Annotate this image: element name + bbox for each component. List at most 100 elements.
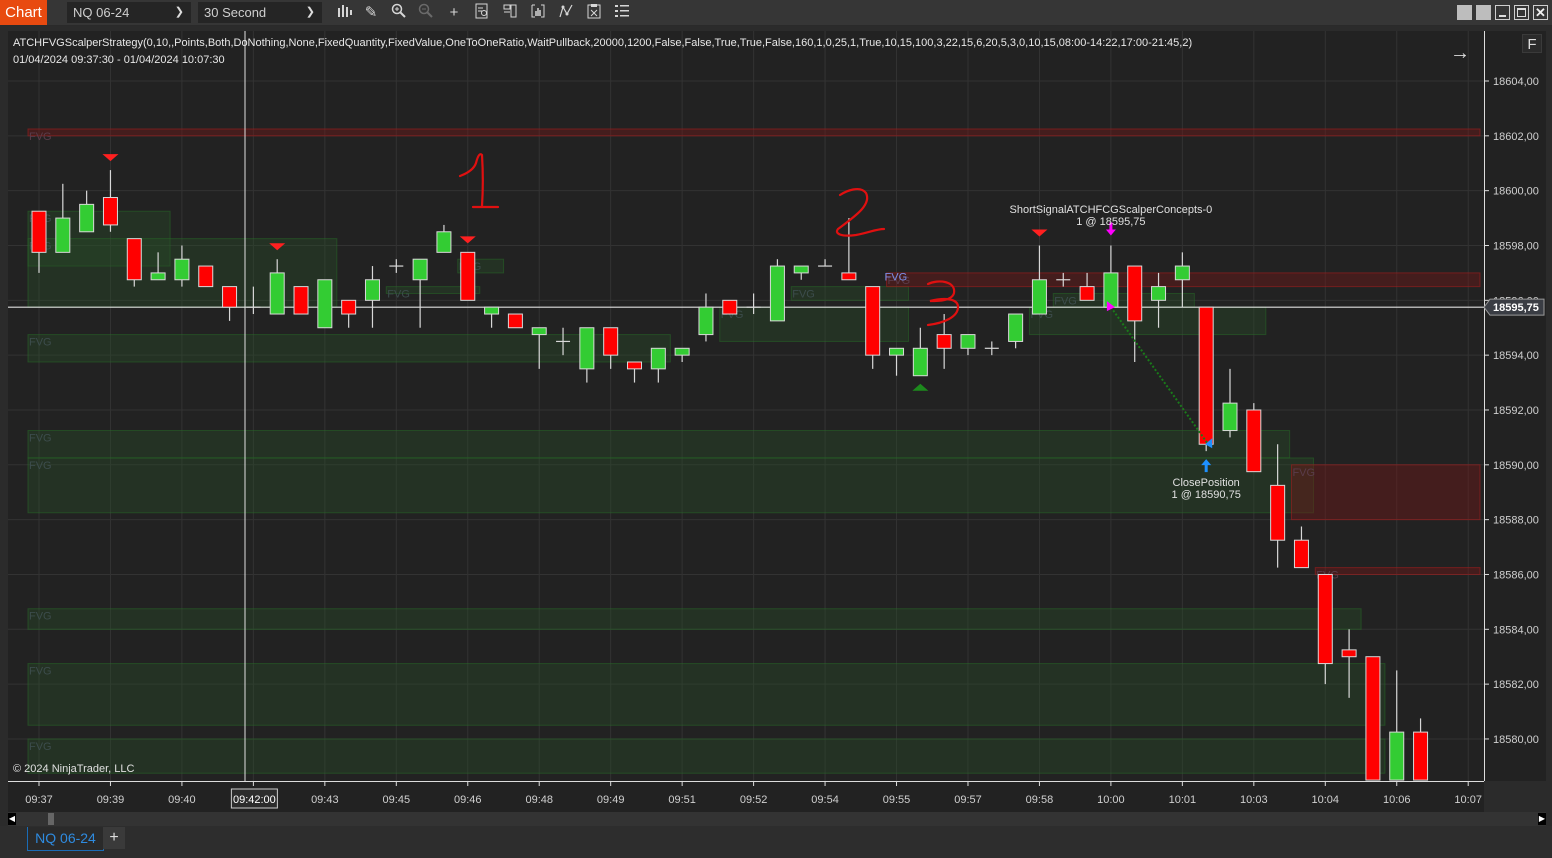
candle-body[interactable] [1317, 573, 1333, 665]
instrument-selector[interactable]: NQ 06-24 ❯ [67, 2, 191, 23]
fvg-label: FVG [387, 289, 410, 301]
candle-body[interactable] [627, 361, 642, 370]
fvg-zone [27, 738, 1386, 774]
tile-window-icon[interactable] [1457, 5, 1472, 20]
candle-body[interactable] [1246, 409, 1262, 473]
price-tick-label: 18592,00 [1493, 405, 1539, 417]
properties-icon[interactable] [584, 3, 604, 22]
candle-body[interactable] [650, 347, 666, 370]
candle-body[interactable] [436, 231, 452, 253]
scroll-left-arrow-icon[interactable]: ◀ [8, 813, 16, 825]
candle-body[interactable] [484, 306, 500, 315]
zoom-out-icon[interactable] [416, 3, 436, 22]
time-axis[interactable]: 09:37 09:39 09:40 09:42:00 09:43 09:45 09:46 09… [8, 781, 1484, 812]
candle-body[interactable] [912, 347, 928, 377]
chevron-down-icon: ❯ [174, 6, 184, 18]
fvg-zone [719, 306, 910, 342]
candle-body[interactable] [31, 210, 47, 253]
candle-body[interactable] [1079, 286, 1095, 301]
candle-body[interactable] [1389, 731, 1405, 781]
close-icon[interactable]: ✕ [1533, 5, 1548, 20]
candle-body[interactable] [889, 347, 905, 356]
candle-body[interactable] [1222, 402, 1238, 432]
list-icon[interactable] [612, 3, 632, 22]
horizontal-scrollbar[interactable]: ◀ ▶ [8, 812, 1546, 826]
candle-body[interactable] [936, 334, 952, 349]
candle-body[interactable] [1103, 272, 1119, 308]
candle-body[interactable] [55, 217, 71, 253]
data-box-icon[interactable] [472, 3, 492, 22]
candle-body[interactable] [1174, 265, 1190, 281]
candle-body[interactable] [1365, 656, 1381, 781]
candle-body[interactable] [460, 251, 476, 301]
candle-body[interactable] [674, 347, 690, 356]
candle-body[interactable] [865, 286, 881, 356]
candle-body[interactable] [579, 327, 595, 370]
time-tick-label: 09:49 [597, 794, 625, 806]
time-tick-label: 09:52 [740, 794, 768, 806]
candle-body[interactable] [1198, 306, 1214, 445]
price-axis[interactable]: 18604,0018602,0018600,0018598,0018596,00… [1484, 31, 1546, 781]
minimize-icon[interactable] [1495, 5, 1510, 20]
crosshair-icon[interactable]: + [444, 3, 464, 22]
candle-body[interactable] [841, 272, 857, 281]
interval-selector[interactable]: 30 Second ❯ [198, 2, 322, 23]
add-tab-button[interactable]: + [103, 827, 125, 849]
fvg-zone [27, 457, 1314, 514]
time-tick-label: 10:01 [1169, 794, 1197, 806]
scroll-to-end-arrow-icon[interactable]: → [1450, 42, 1470, 65]
maximize-icon[interactable] [1514, 5, 1529, 20]
fvg-label: FVG [29, 611, 52, 623]
price-chart[interactable]: FVGFVGFVGFVGFVGFVGFVGFVGFVGFVGFVGFVGFVGF… [8, 31, 1484, 781]
candle-body[interactable] [222, 286, 238, 308]
candle-body[interactable] [341, 299, 357, 315]
candle-body[interactable] [1270, 484, 1286, 541]
indicators-icon[interactable] [528, 3, 548, 22]
handwritten-3 [926, 280, 960, 327]
chevron-down-icon: ❯ [305, 6, 315, 18]
scroll-thumb[interactable] [48, 813, 54, 825]
fvg-label: FVG [29, 741, 52, 753]
candle-body[interactable] [960, 334, 976, 349]
candle-body[interactable] [603, 327, 619, 356]
candle-body[interactable] [1031, 279, 1047, 315]
exit-detail: 1 @ 18590,75 [1172, 489, 1241, 501]
candle-body[interactable] [150, 272, 166, 281]
chart-tab[interactable]: Chart [0, 0, 47, 25]
handwritten-2 [835, 187, 886, 237]
candle-body[interactable] [722, 299, 738, 315]
candle-body[interactable] [1008, 313, 1024, 342]
chart-panel[interactable]: FVG FVG FVG FVG FVG FVG FVG FVG FVG FVG FVG FVG FVG F… [8, 31, 1484, 781]
candle-body[interactable] [102, 197, 118, 226]
tile-window-icon[interactable] [1476, 5, 1491, 20]
candle-body[interactable] [1413, 731, 1429, 781]
candle-body[interactable] [364, 279, 380, 301]
candle-body[interactable] [293, 286, 309, 315]
candle-body[interactable] [174, 258, 190, 281]
candle-body[interactable] [1341, 649, 1357, 658]
bar-type-icon[interactable] [334, 3, 354, 22]
zoom-in-icon[interactable] [389, 3, 409, 22]
chart-trader-icon[interactable] [500, 3, 520, 22]
scroll-right-arrow-icon[interactable]: ▶ [1538, 813, 1546, 825]
candle-body[interactable] [317, 279, 333, 329]
instrument-tab[interactable]: NQ 06-24 [27, 827, 104, 851]
candle-body[interactable] [269, 272, 285, 315]
candle-body[interactable] [126, 238, 142, 281]
candle-body[interactable] [1151, 286, 1167, 301]
fvg-zone [1290, 464, 1481, 521]
candle-body[interactable] [1127, 265, 1143, 322]
candle-body[interactable] [412, 258, 428, 281]
candle-body[interactable] [698, 306, 714, 336]
time-tick-label: 09:54 [811, 794, 839, 806]
candle-body[interactable] [507, 313, 523, 329]
candle-body[interactable] [793, 265, 809, 274]
drawing-tool-icon[interactable]: ✎ [361, 3, 381, 22]
f-button[interactable]: F [1522, 34, 1542, 53]
candle-body[interactable] [79, 203, 95, 233]
strategies-icon[interactable] [556, 3, 576, 22]
candle-body[interactable] [198, 265, 214, 288]
candle-body[interactable] [531, 327, 547, 336]
candle-body[interactable] [769, 265, 785, 322]
candle-body[interactable] [1293, 539, 1309, 569]
